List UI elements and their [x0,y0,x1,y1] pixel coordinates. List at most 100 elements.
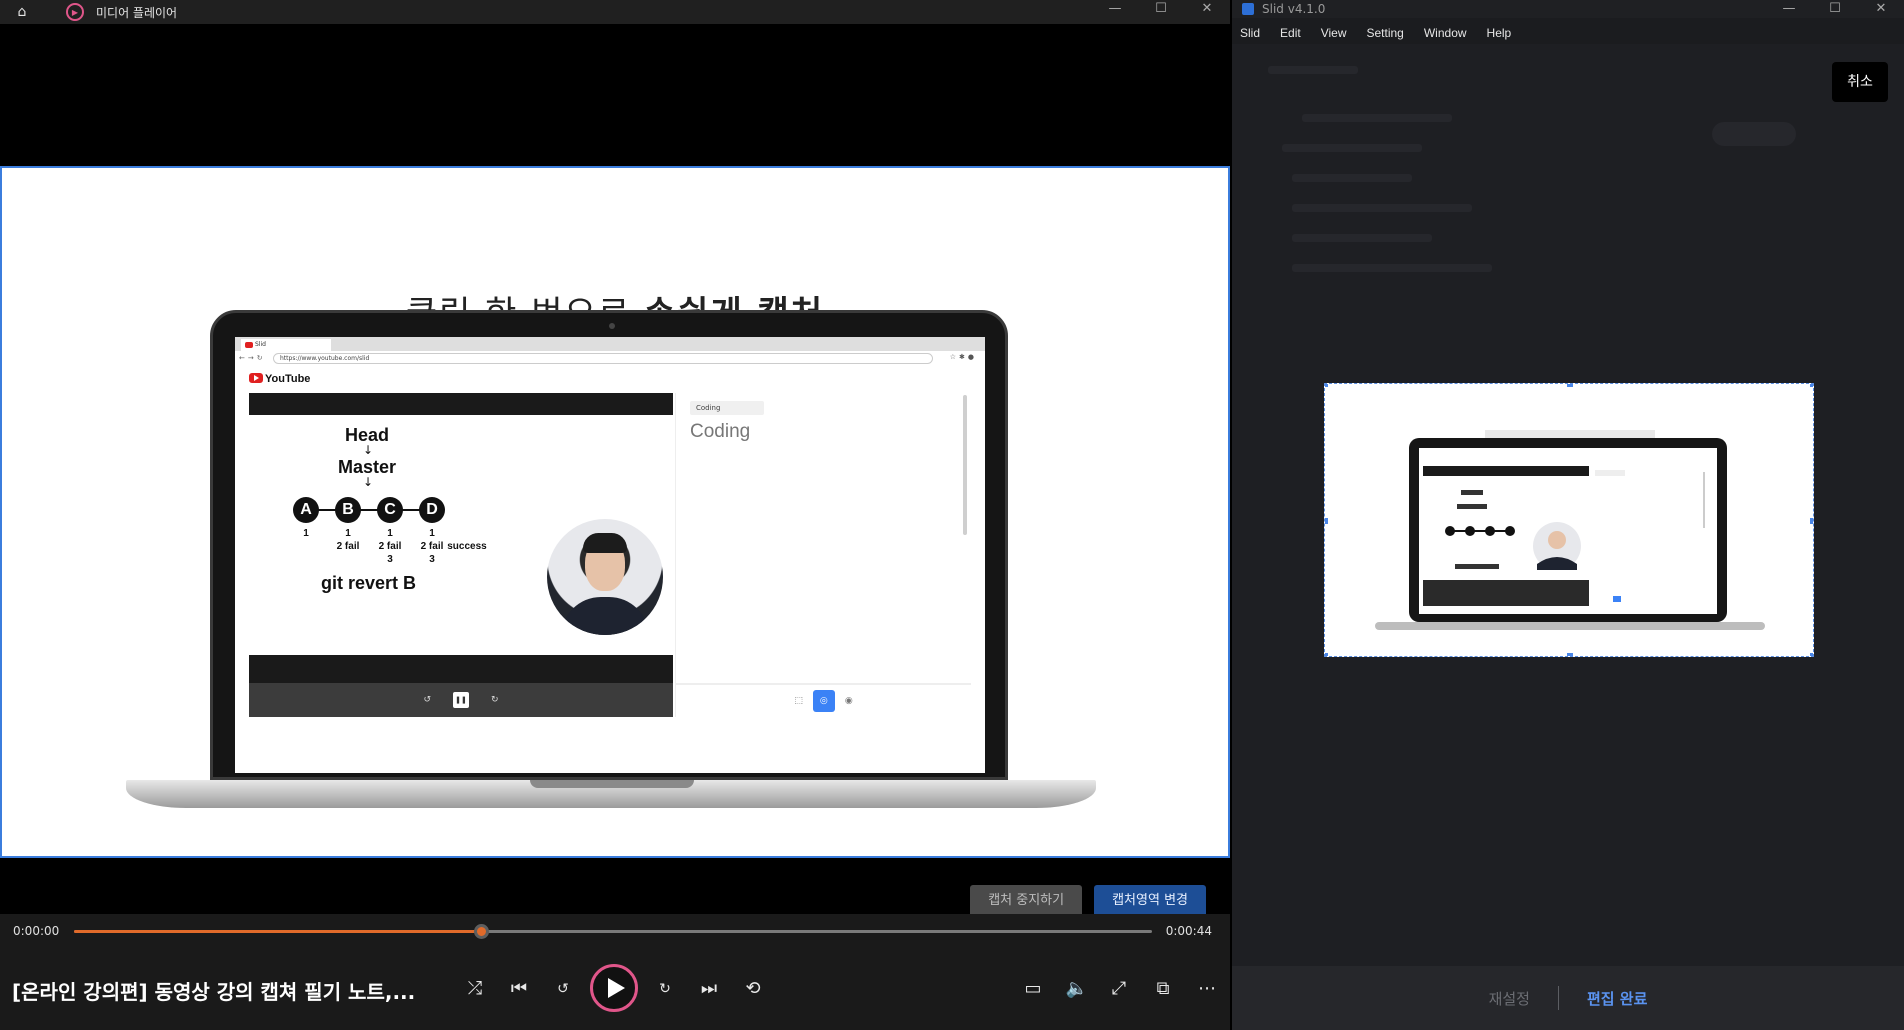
dimmed-placeholder [1292,264,1492,272]
seek-handle[interactable] [474,924,490,939]
player-title: 미디어 플레이어 [96,5,178,20]
change-capture-area-button[interactable]: 캡처영역 변경 [1094,885,1206,917]
laptop-notch [530,780,694,788]
media-title: [온라인 강의편] 동영상 강의 캡쳐 필기 노트,... [12,980,416,1004]
more-options-icon[interactable]: ⋯ [1192,976,1222,1002]
skip-back-10-icon[interactable]: ↺ [548,976,578,1002]
browser-tab-strip: Slid [235,337,985,351]
browser-nav-icons: ←→↻ [239,354,266,362]
mini-player-icon[interactable]: ⧉ [1148,976,1178,1002]
youtube-logo-text: YouTube [265,373,311,385]
slid-menu-bar: Slid Edit View Setting Window Help [1232,22,1515,44]
volume-icon[interactable]: 🔈 [1062,976,1092,1002]
fullscreen-icon[interactable]: ⤢ [1104,976,1134,1002]
laptop-base [126,780,1096,808]
capture-preview-thumbnail [1325,384,1813,656]
commit-line [305,509,433,511]
close-icon[interactable]: ✕ [1858,0,1904,18]
menu-slid[interactable]: Slid [1236,22,1264,44]
media-player-app-icon: ▶ [66,3,84,21]
browser-extension-icons: ☆✱● [949,353,977,361]
reset-button[interactable]: 재설정 [1461,988,1558,1009]
laptop-illustration: Slid ←→↻ https://www.youtube.com/slid ☆✱… [210,310,1008,780]
resize-handle[interactable] [1567,653,1573,656]
cancel-button[interactable]: 취소 [1832,62,1888,102]
forward-icon: ↻ [491,695,499,705]
commit-node-a: A [293,497,319,523]
resize-handle[interactable] [1325,384,1328,387]
note-scrollbar [963,395,967,535]
folder-select: Coding [690,401,764,415]
menu-edit[interactable]: Edit [1276,22,1305,44]
menu-setting[interactable]: Setting [1363,22,1408,44]
menu-help[interactable]: Help [1483,22,1516,44]
success-label: success [447,541,487,552]
node-a-note: 1 [303,528,309,539]
slid-title: Slid v4.1.0 [1262,2,1326,16]
player-titlebar: ⌂ ▶ 미디어 플레이어 — ☐ ✕ [0,0,1230,24]
browser-address-row: ←→↻ https://www.youtube.com/slid ☆✱● [239,353,983,365]
previous-icon[interactable]: ⏮ [504,976,534,1002]
capture-toolbar: ⬚ ◎ ◉ [676,683,971,717]
seek-progress [74,930,482,933]
menu-view[interactable]: View [1317,22,1351,44]
shuffle-icon[interactable]: ⤮ [460,976,490,1002]
resize-handle[interactable] [1567,384,1573,387]
resize-handle[interactable] [1325,653,1328,656]
lecture-video-controls: ↺ ❚❚ ↻ [249,683,673,717]
repeat-off-icon[interactable]: ⟲ [738,976,768,1002]
rewind-icon: ↺ [423,695,431,705]
resize-handle[interactable] [1810,518,1813,524]
maximize-icon[interactable]: ☐ [1812,0,1858,18]
media-player-window: ⌂ ▶ 미디어 플레이어 — ☐ ✕ 클릭 한 번으로 손쉽게 캡처 Slid … [0,0,1230,1030]
play-button[interactable] [590,964,638,1012]
edit-done-button[interactable]: 편집 완료 [1559,988,1675,1009]
video-letterbox-top [249,393,673,415]
resize-handle[interactable] [1810,384,1813,387]
home-icon[interactable]: ⌂ [12,4,32,20]
capture-icon: ◎ [812,690,835,712]
dimmed-placeholder [1292,174,1412,182]
play-icon [608,978,625,998]
commit-node-d: D [419,497,445,523]
dimmed-placeholder [1302,114,1452,122]
youtube-play-icon [249,373,263,383]
stop-capture-button[interactable]: 캡처 중지하기 [970,885,1083,917]
presenter-shirt [561,597,649,635]
close-icon[interactable]: ✕ [1184,0,1230,24]
seek-bar[interactable] [74,924,1152,939]
skip-forward-30-icon[interactable]: ↻ [650,976,680,1002]
commit-node-b: B [335,497,361,523]
browser-tab-label: Slid [255,341,266,348]
capture-region[interactable]: 클릭 한 번으로 손쉽게 캡처 Slid ←→↻ https://www.you… [0,166,1230,858]
minimize-icon[interactable]: — [1766,0,1812,18]
laptop-screen: Slid ←→↻ https://www.youtube.com/slid ☆✱… [235,337,985,773]
captions-icon[interactable]: ▭ [1018,976,1048,1002]
resize-handle[interactable] [1325,518,1328,524]
browser-tab: Slid [241,339,331,351]
menu-window[interactable]: Window [1420,22,1471,44]
laptop-camera [609,323,615,329]
youtube-logo: YouTube [249,373,310,385]
presenter-image [547,519,663,635]
video-area[interactable]: 클릭 한 번으로 손쉽게 캡처 Slid ←→↻ https://www.you… [0,24,1230,917]
dimmed-placeholder [1292,204,1472,212]
current-time: 0:00:00 [13,924,60,938]
record-icon: ◉ [844,696,853,706]
note-title: Coding [690,421,751,442]
maximize-icon[interactable]: ☐ [1138,0,1184,24]
youtube-favicon-icon [245,342,253,348]
slid-note-panel: Coding Coding ⬚ ◎ ◉ [675,393,971,717]
commit-node-c: C [377,497,403,523]
dimmed-placeholder [1282,144,1422,152]
slid-footer: 재설정 편집 완료 [1232,966,1904,1030]
capture-preview[interactable] [1324,383,1814,657]
area-capture-icon: ⬚ [794,696,803,706]
next-icon[interactable]: ⏭ [694,976,724,1002]
dimmed-placeholder [1292,234,1432,242]
slid-logo-icon [1242,3,1254,15]
presenter-hair [583,533,627,553]
resize-handle[interactable] [1810,653,1813,656]
minimize-icon[interactable]: — [1092,0,1138,24]
slid-window: Slid v4.1.0 — ☐ ✕ Slid Edit View Setting… [1232,0,1904,1030]
